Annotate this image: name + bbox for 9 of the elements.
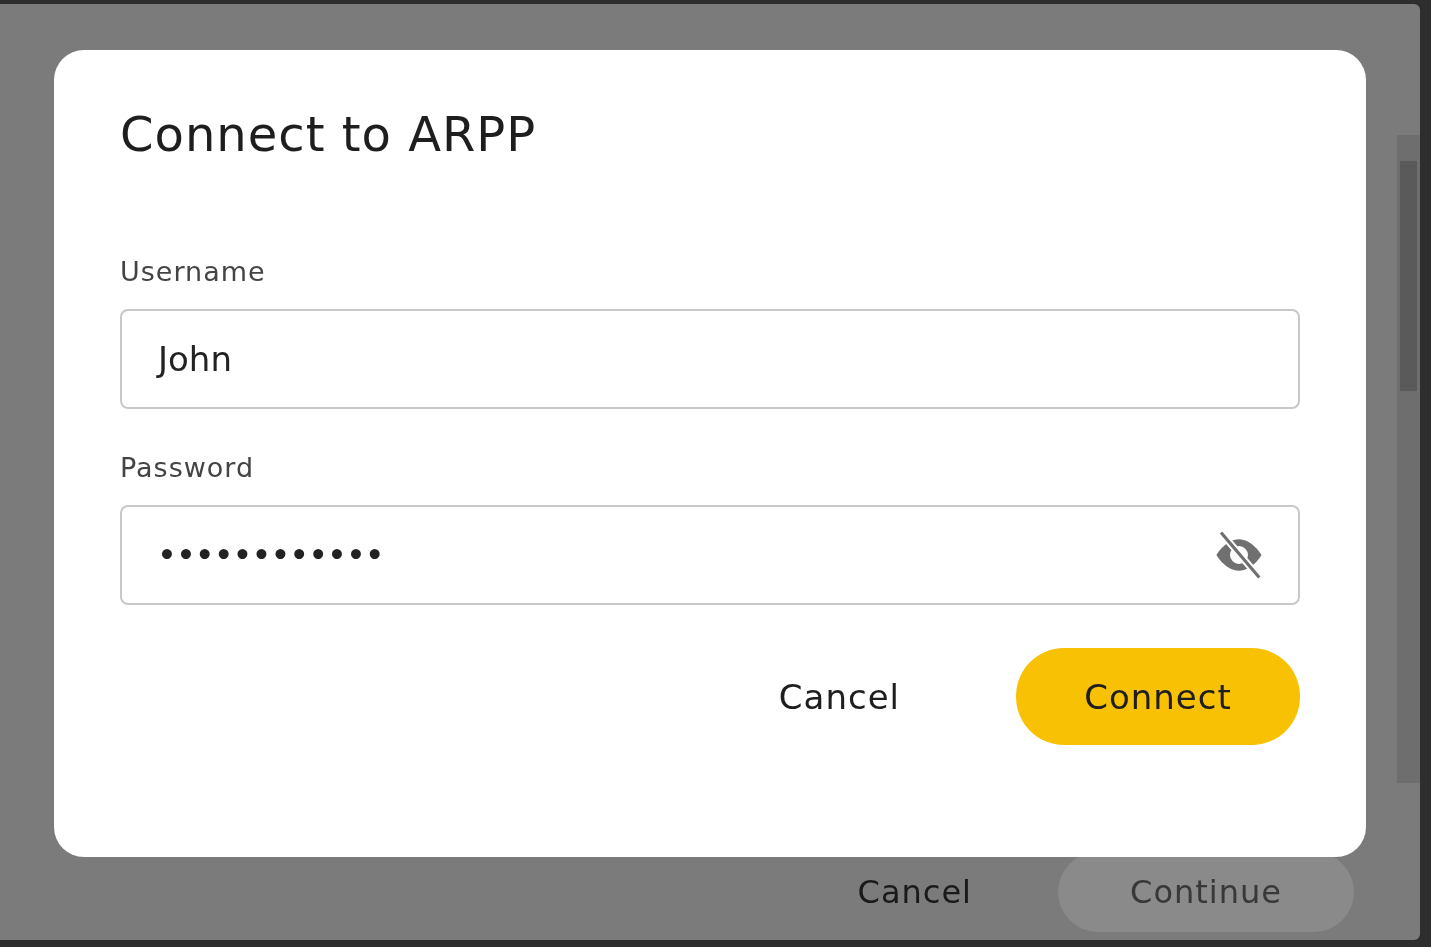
connect-button[interactable]: Connect — [1016, 648, 1300, 745]
cancel-button[interactable]: Cancel — [772, 675, 906, 718]
field-label: Username — [120, 256, 267, 287]
password-field[interactable]: •••••••••••• — [120, 505, 1300, 605]
cancel-button[interactable]: Cancel — [851, 872, 978, 912]
field-label: Password — [120, 452, 256, 483]
dialog-title: Connect to ARPP — [120, 106, 538, 162]
username-field[interactable]: John — [120, 309, 1300, 409]
scrollbar[interactable] — [1397, 135, 1420, 783]
